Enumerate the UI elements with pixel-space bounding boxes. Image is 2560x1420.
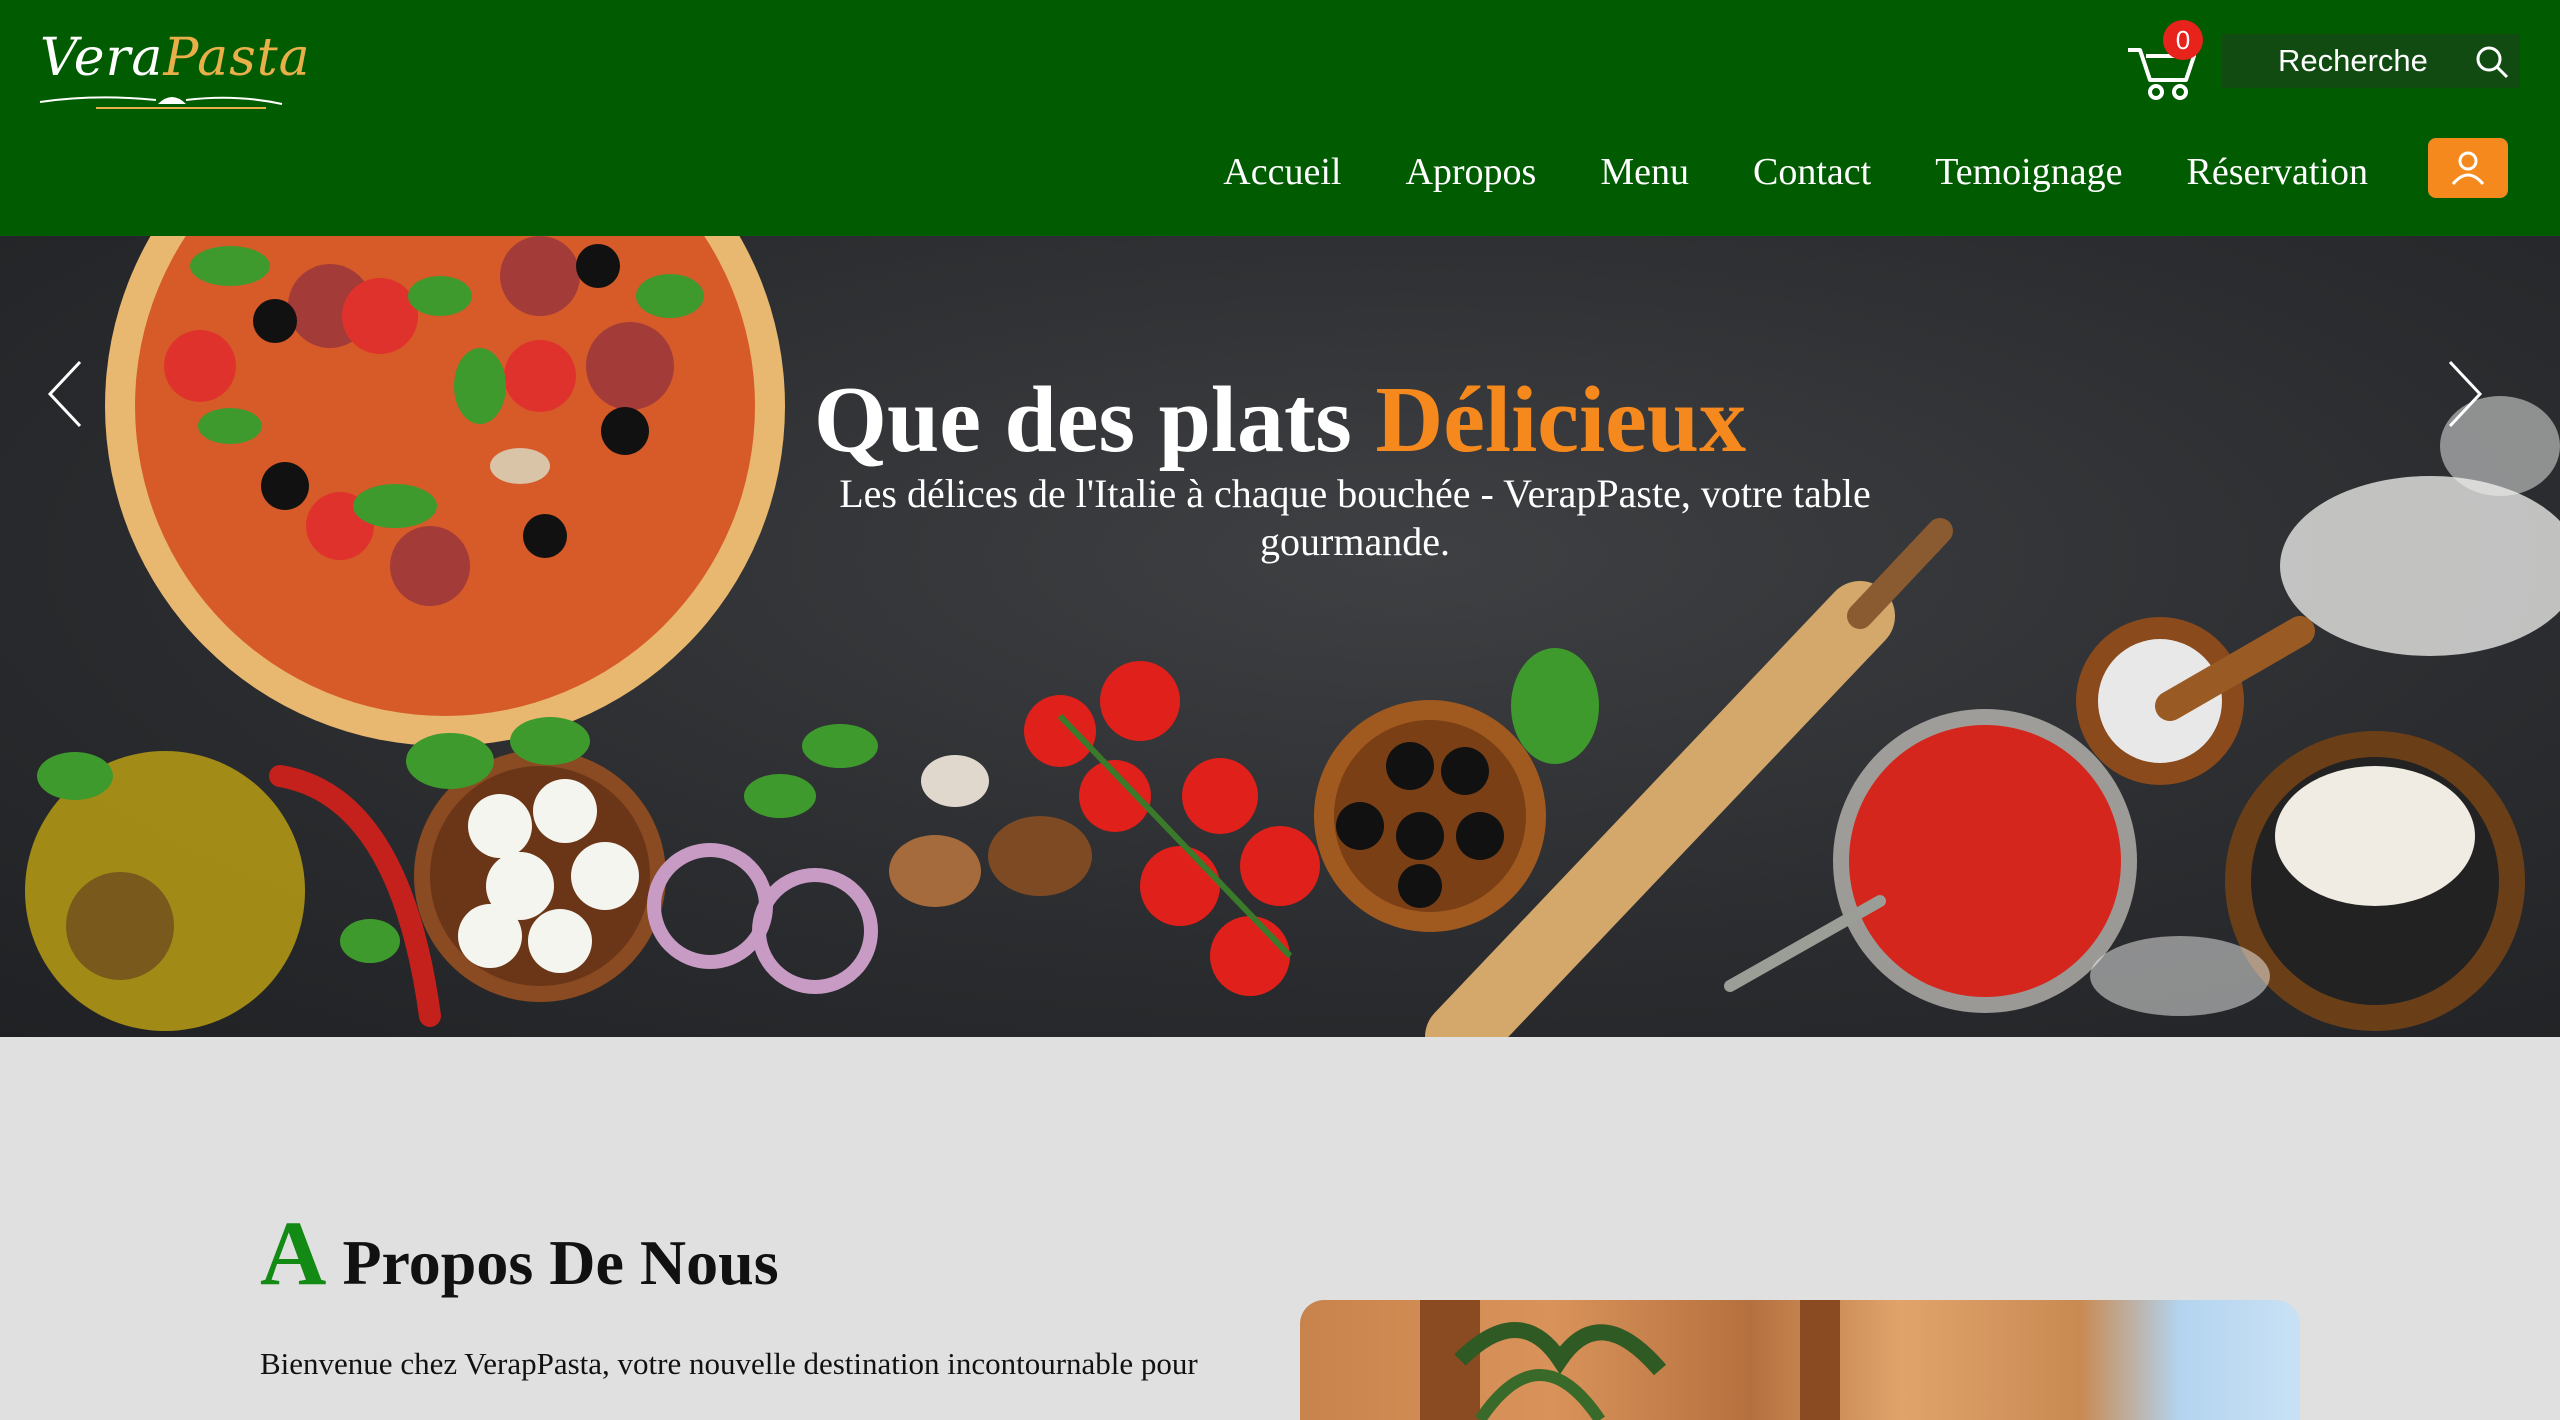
- about-text: Bienvenue chez VerapPasta, votre nouvell…: [260, 1346, 1198, 1381]
- about-title-rest: Propos De Nous: [326, 1227, 779, 1298]
- logo-text: VeraPasta: [40, 28, 311, 88]
- nav-item-apropos[interactable]: Apropos: [1405, 150, 1536, 194]
- hero-title-accent: Délicieux: [1375, 368, 1747, 472]
- logo-text-part1: Vera: [40, 28, 164, 88]
- nav-item-contact[interactable]: Contact: [1753, 150, 1871, 194]
- logo-text-part2: Pasta: [163, 28, 311, 88]
- main-nav: Accueil Apropos Menu Contact Temoignage …: [1159, 150, 2368, 194]
- nav-item-temoignage[interactable]: Temoignage: [1935, 150, 2122, 194]
- about-title-initial: A: [260, 1202, 327, 1304]
- logo-cloche-icon: [39, 96, 283, 109]
- about-title: A Propos De Nous: [260, 1200, 779, 1306]
- user-icon: [2451, 151, 2485, 185]
- search-icon[interactable]: [2474, 44, 2510, 80]
- site-header: VeraPasta 0 Accueil Apropos Menu Contact…: [0, 0, 2560, 236]
- search-box: [2222, 34, 2520, 88]
- about-restaurant-image: [1300, 1300, 2300, 1420]
- nav-item-reservation[interactable]: Réservation: [2186, 150, 2368, 194]
- hero-food-image: [25, 236, 2560, 1037]
- hero-slider: Que des plats Délicieux Les délices de l…: [0, 236, 2560, 1037]
- hero-title: Que des plats Délicieux: [0, 366, 2560, 474]
- about-image-art: [1420, 1300, 1840, 1420]
- nav-item-menu[interactable]: Menu: [1600, 150, 1689, 194]
- logo[interactable]: VeraPasta: [36, 24, 310, 114]
- hero-subtitle: Les délices de l'Italie à chaque bouchée…: [839, 471, 1871, 564]
- hero-title-part1: Que des plats: [813, 368, 1376, 472]
- user-account-button[interactable]: [2428, 138, 2508, 198]
- cart-count-badge: 0: [2163, 20, 2203, 60]
- nav-item-accueil[interactable]: Accueil: [1223, 150, 1341, 194]
